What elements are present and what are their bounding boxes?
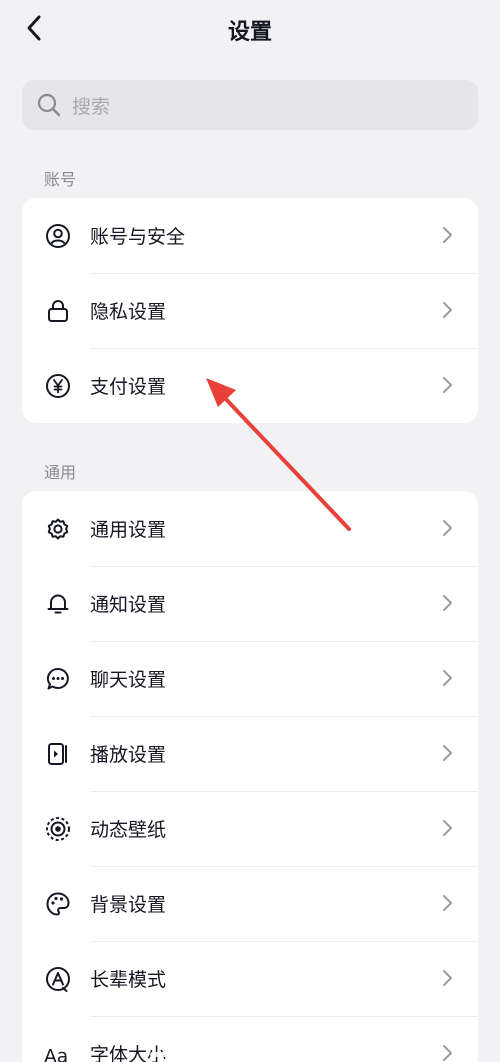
font-size-icon: Aa <box>44 1040 72 1062</box>
settings-item-privacy[interactable]: 隐私设置 <box>22 273 478 348</box>
settings-item-label: 支付设置 <box>90 376 167 398</box>
svg-text:Aa: Aa <box>44 1046 68 1062</box>
account-settings-card: 账号与安全 隐私设置 支付设置 <box>22 198 478 423</box>
search-icon <box>36 92 62 118</box>
general-settings-card: 通用设置 通知设置 聊天设置 播放设置 动态壁纸 背景设置 长辈模式 Aa 字体… <box>22 491 478 1062</box>
top-bar: 设置 <box>0 0 500 58</box>
chevron-right-icon <box>443 227 452 243</box>
settings-item-label: 字体大小 <box>90 1044 167 1062</box>
page-title: 设置 <box>227 20 272 45</box>
chevron-right-icon <box>443 745 452 761</box>
section-label-account: 账号 <box>44 170 77 189</box>
settings-item-label: 通知设置 <box>90 594 167 616</box>
settings-item-label: 长辈模式 <box>90 969 167 991</box>
settings-item-label: 聊天设置 <box>90 669 167 691</box>
settings-item-label: 背景设置 <box>90 894 167 916</box>
chevron-right-icon <box>443 970 452 986</box>
home-indicator <box>150 1052 350 1057</box>
chevron-right-icon <box>443 1045 452 1061</box>
chevron-right-icon <box>443 595 452 611</box>
settings-item-label: 通用设置 <box>90 519 167 541</box>
settings-item-label: 播放设置 <box>90 744 167 766</box>
chevron-right-icon <box>443 820 452 836</box>
section-label-general: 通用 <box>44 463 77 482</box>
chevron-right-icon <box>443 670 452 686</box>
settings-item-general[interactable]: 通用设置 <box>22 491 478 566</box>
chevron-right-icon <box>443 302 452 318</box>
settings-item-background[interactable]: 背景设置 <box>22 866 478 941</box>
play-screen-icon <box>44 740 72 768</box>
chevron-right-icon <box>443 377 452 393</box>
settings-item-label: 动态壁纸 <box>90 819 167 841</box>
settings-item-payment[interactable]: 支付设置 <box>22 348 478 423</box>
user-circle-icon <box>44 222 72 250</box>
chevron-right-icon <box>443 520 452 536</box>
palette-icon <box>44 890 72 918</box>
settings-item-label: 账号与安全 <box>90 226 186 248</box>
bell-icon <box>44 590 72 618</box>
yen-circle-icon <box>44 372 72 400</box>
settings-item-playback[interactable]: 播放设置 <box>22 716 478 791</box>
chevron-right-icon <box>443 895 452 911</box>
chat-bubble-icon <box>44 665 72 693</box>
settings-item-live-wallpaper[interactable]: 动态壁纸 <box>22 791 478 866</box>
settings-item-notifications[interactable]: 通知设置 <box>22 566 478 641</box>
elder-mode-icon <box>44 965 72 993</box>
lock-icon <box>44 297 72 325</box>
settings-item-label: 隐私设置 <box>90 301 167 323</box>
gear-icon <box>44 515 72 543</box>
settings-item-chat[interactable]: 聊天设置 <box>22 641 478 716</box>
live-wallpaper-icon <box>44 815 72 843</box>
search-input[interactable]: 搜索 <box>22 80 478 130</box>
settings-item-account-security[interactable]: 账号与安全 <box>22 198 478 273</box>
search-placeholder: 搜索 <box>72 95 111 118</box>
settings-item-elder-mode[interactable]: 长辈模式 <box>22 941 478 1016</box>
